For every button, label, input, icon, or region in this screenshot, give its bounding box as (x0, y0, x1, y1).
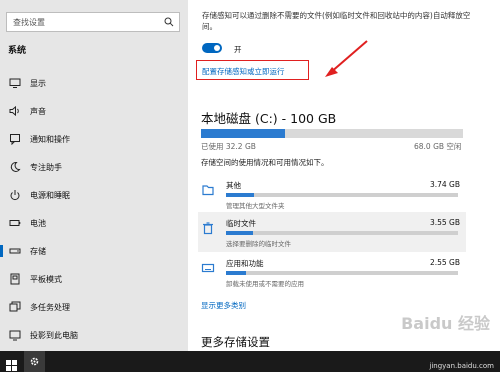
settings-taskbar-button[interactable] (24, 351, 45, 372)
category-usage-fill (226, 193, 254, 197)
watermark-logo: Baidu 经验 (401, 314, 490, 333)
category-usage-bar (226, 193, 458, 197)
disk-usage-bar (201, 129, 463, 138)
free-label: 68.0 GB 空闲 (414, 142, 462, 151)
sidebar-item-project[interactable]: 投影到此电脑 (0, 322, 188, 348)
category-row-apps[interactable]: 应用和功能 2.55 GB 卸载未使用或不需要的应用 (198, 252, 466, 292)
sidebar-item-storage[interactable]: 存储 (0, 238, 188, 264)
used-label: 已使用 32.2 GB (201, 142, 256, 151)
storage-sense-description: 存储感知可以通过删除不需要的文件(例如临时文件和回收站中的内容)自动释放空间。 (202, 11, 471, 31)
category-size: 3.55 GB (429, 218, 460, 227)
storage-icon (9, 245, 21, 257)
category-size: 3.74 GB (429, 180, 460, 189)
sidebar-item-multitasking[interactable]: 多任务处理 (0, 294, 188, 320)
project-icon (9, 329, 21, 341)
sidebar-item-label: 平板模式 (30, 275, 62, 284)
notification-icon (9, 133, 21, 146)
sidebar-item-focus-assist[interactable]: 专注助手 (0, 154, 188, 180)
sidebar-item-display[interactable]: 显示 (0, 70, 188, 96)
gear-icon (30, 357, 39, 366)
sidebar-item-power[interactable]: 电源和睡眠 (0, 182, 188, 208)
search-input[interactable]: 查找设置 (6, 12, 180, 32)
taskbar: jingyan.baidu.com (0, 351, 500, 372)
sidebar-item-sound[interactable]: 声音 (0, 98, 188, 124)
sidebar-item-label: 声音 (30, 107, 46, 116)
category-usage-bar (226, 271, 458, 275)
category-description: 选择要删除的临时文件 (226, 240, 291, 248)
search-placeholder: 查找设置 (13, 18, 45, 27)
monitor-icon (9, 77, 21, 89)
usage-description: 存储空间的使用情况和可用情况如下。 (201, 158, 329, 167)
sidebar-item-label: 多任务处理 (30, 303, 70, 312)
category-name: 应用和功能 (226, 259, 264, 268)
category-row-temp-files[interactable]: 临时文件 3.55 GB 选择要删除的临时文件 (198, 212, 466, 252)
sidebar-item-label: 电源和睡眠 (30, 191, 70, 200)
active-indicator (0, 245, 3, 257)
windows-start-icon[interactable] (6, 356, 17, 372)
show-more-categories-link[interactable]: 显示更多类别 (201, 300, 246, 311)
sidebar-item-label: 专注助手 (30, 163, 62, 172)
category-usage-fill (226, 231, 253, 235)
search-icon (164, 17, 174, 29)
disk-usage-fill (201, 129, 286, 138)
category-description: 卸载未使用或不需要的应用 (226, 280, 304, 288)
sidebar-item-label: 存储 (30, 247, 46, 256)
keyboard-icon (201, 260, 215, 274)
category-size: 2.55 GB (429, 258, 460, 267)
toggle-label: 开 (234, 45, 242, 54)
sidebar: 查找设置 系统 显示 声音 通知和操作 专注助手 电源和睡眠 电池 存储 平板模… (0, 0, 188, 351)
sidebar-item-label: 通知和操作 (30, 135, 70, 144)
battery-icon (9, 217, 21, 229)
category-usage-fill (226, 271, 246, 275)
disk-title: 本地磁盘 (C:) - 100 GB (201, 111, 337, 126)
annotation-arrow (325, 40, 368, 77)
trash-icon (201, 220, 215, 235)
sidebar-item-battery[interactable]: 电池 (0, 210, 188, 236)
sidebar-item-tablet[interactable]: 平板模式 (0, 266, 188, 292)
category-row-other[interactable]: 其他 3.74 GB 管理其他大型文件夹 (198, 174, 466, 214)
speaker-icon (9, 105, 21, 117)
multitask-icon (9, 301, 21, 313)
moon-icon (9, 161, 21, 173)
settings-window: 查找设置 系统 显示 声音 通知和操作 专注助手 电源和睡眠 电池 存储 平板模… (0, 0, 500, 372)
section-title: 系统 (8, 46, 27, 56)
category-name: 临时文件 (226, 219, 256, 228)
more-settings-title: 更多存储设置 (201, 335, 270, 349)
category-name: 其他 (226, 181, 241, 190)
sidebar-item-notifications[interactable]: 通知和操作 (0, 126, 188, 152)
power-icon (9, 189, 21, 201)
watermark-url: jingyan.baidu.com (429, 362, 494, 370)
sidebar-item-label: 显示 (30, 79, 46, 88)
sidebar-item-label: 电池 (30, 219, 46, 228)
category-usage-bar (226, 231, 458, 235)
annotation-box (196, 60, 309, 80)
main-content: 存储感知可以通过删除不需要的文件(例如临时文件和回收站中的内容)自动释放空间。 … (188, 0, 500, 351)
sidebar-item-label: 投影到此电脑 (30, 331, 78, 340)
tablet-icon (9, 273, 21, 285)
storage-sense-toggle[interactable] (202, 43, 222, 53)
folder-icon (201, 182, 215, 196)
category-description: 管理其他大型文件夹 (226, 202, 285, 210)
